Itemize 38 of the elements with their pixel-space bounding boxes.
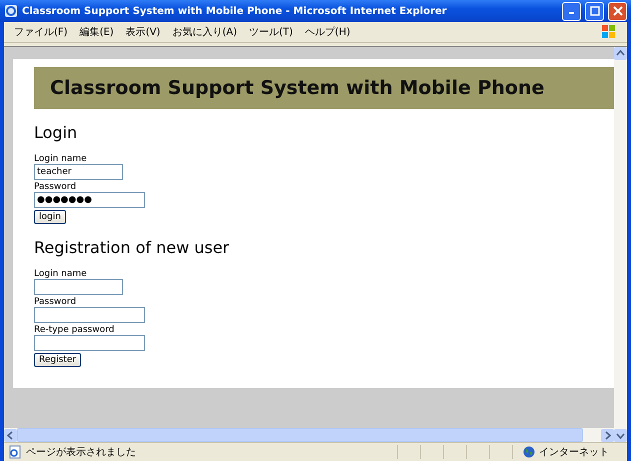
close-button[interactable] bbox=[608, 2, 627, 20]
windows-flag-icon bbox=[601, 24, 617, 40]
submit-button[interactable]: login bbox=[34, 210, 66, 224]
close-icon bbox=[612, 6, 622, 16]
scroll-up-button[interactable] bbox=[614, 47, 627, 60]
window-title: Classroom Support System with Mobile Phone - Microsoft Internet Explorer bbox=[22, 6, 448, 16]
field-label: Re-type password bbox=[34, 325, 116, 335]
maximize-icon bbox=[590, 6, 600, 16]
menu-item[interactable]: 表示(V) bbox=[126, 25, 160, 39]
field-label: Login name bbox=[34, 269, 88, 279]
page-icon bbox=[8, 445, 22, 459]
field-label: Password bbox=[34, 182, 78, 192]
maximize-button[interactable] bbox=[585, 2, 604, 20]
field-label: Password bbox=[34, 297, 78, 307]
section-heading: Registration of new user bbox=[34, 238, 230, 257]
section-heading: Login bbox=[34, 123, 78, 142]
menu-item[interactable]: お気に入り(A) bbox=[172, 25, 237, 39]
scroll-right-button[interactable] bbox=[601, 428, 614, 442]
status-message: ページが表示されました bbox=[26, 446, 137, 459]
globe-icon bbox=[523, 446, 535, 458]
menu-item[interactable]: 編集(E) bbox=[80, 25, 114, 39]
input-field[interactable]: teacher bbox=[34, 164, 123, 180]
browser-logo-icon bbox=[4, 4, 18, 18]
menu-item[interactable]: ヘルプ(H) bbox=[304, 25, 350, 39]
submit-button[interactable]: Register bbox=[34, 353, 82, 367]
security-zone: インターネット bbox=[539, 446, 609, 459]
menu-item[interactable]: ファイル(F) bbox=[14, 25, 68, 39]
field-label: Login name bbox=[34, 154, 88, 164]
minimize-button[interactable] bbox=[562, 2, 581, 20]
input-field[interactable] bbox=[34, 307, 145, 323]
banner-title: Classroom Support System with Mobile Phone bbox=[50, 77, 544, 99]
scrollbar-thumb[interactable] bbox=[17, 428, 583, 442]
scroll-left-button[interactable] bbox=[4, 428, 17, 442]
scroll-down-button[interactable] bbox=[614, 429, 627, 442]
input-field[interactable] bbox=[34, 279, 123, 295]
menu-item[interactable]: ツール(T) bbox=[249, 25, 293, 39]
input-field[interactable]: ●●●●●●● bbox=[34, 192, 145, 208]
input-field[interactable] bbox=[34, 335, 145, 351]
